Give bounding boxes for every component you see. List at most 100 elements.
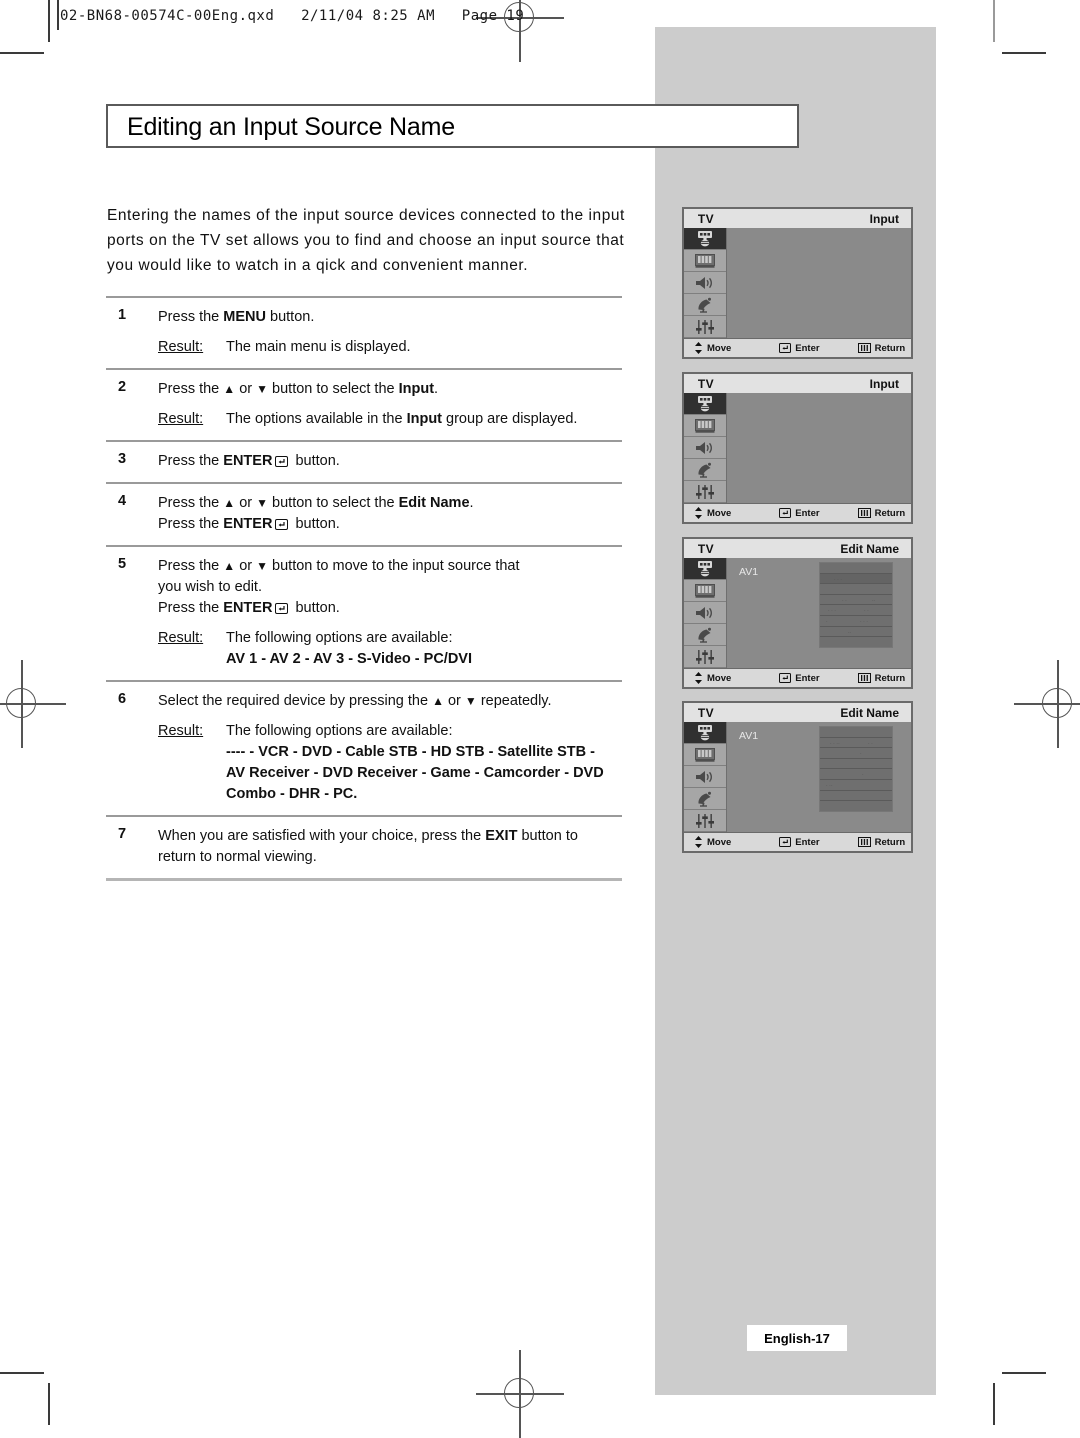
list-item[interactable]: -- - - [820, 616, 892, 627]
list-item[interactable] [820, 637, 892, 647]
list-item[interactable]: - [820, 769, 892, 780]
osd-panel-input-2: TV Input Move Enter Return [682, 372, 913, 524]
menu-bars-icon [857, 673, 871, 683]
step-text: Press the ▲ or ▼ button to select the In… [158, 381, 439, 397]
picture-screen-icon[interactable] [684, 580, 726, 602]
picture-screen-icon[interactable] [684, 415, 726, 437]
list-item[interactable]: - - -- - [820, 605, 892, 616]
osd-name-list[interactable]: - - - - - -- - - -- - -- - - -- [819, 562, 893, 648]
list-item[interactable]: - -- [820, 780, 892, 791]
input-plug-icon[interactable] [684, 558, 726, 580]
osd-footer-move-label: Move [707, 507, 732, 519]
down-arrow-icon: ▼ [256, 559, 269, 573]
up-down-arrows-icon [694, 672, 703, 684]
osd-header: TV Input [684, 209, 911, 228]
list-item[interactable] [820, 584, 892, 595]
list-item[interactable]: - - -- - - [820, 738, 892, 749]
input-plug-icon[interactable] [684, 722, 726, 744]
osd-av-label: AV1 [739, 566, 759, 578]
osd-footer-return[interactable]: Return [857, 508, 905, 519]
osd-footer-return[interactable]: Return [857, 343, 905, 354]
list-item[interactable]: - - - [820, 573, 892, 585]
satellite-dish-icon[interactable] [684, 294, 726, 316]
step-result: Result: The main menu is displayed. [158, 337, 622, 358]
crop-mark-top-left-horizontal [0, 52, 44, 54]
osd-panel-input-1: TV Input Move Enter Return [682, 207, 913, 359]
step-text: Press the ENTER button. [158, 600, 340, 616]
speaker-volume-icon[interactable] [684, 602, 726, 624]
crop-mark-top-left-vertical [48, 0, 50, 42]
crop-mark-bottom-left-horizontal [0, 1372, 44, 1374]
satellite-dish-icon[interactable] [684, 459, 726, 481]
down-arrow-icon: ▼ [256, 496, 269, 510]
osd-sidebar [684, 393, 727, 503]
osd-footer-return-label: Return [874, 672, 906, 684]
down-arrow-icon: ▼ [464, 694, 477, 708]
osd-footer-return[interactable]: Return [857, 836, 906, 848]
result-label: Result: [158, 339, 204, 355]
result-value: The following options are available: [226, 630, 453, 646]
satellite-dish-icon[interactable] [684, 788, 726, 810]
enter-key-icon [779, 837, 792, 847]
setup-sliders-icon[interactable] [684, 646, 726, 668]
list-item[interactable]: - [820, 748, 892, 759]
osd-footer-move[interactable]: Move [694, 342, 731, 354]
osd-footer-return[interactable]: Return [857, 672, 906, 684]
list-item[interactable]: - - -- [820, 595, 892, 606]
osd-body: AV1 - - - - - -- - - -- - -- - - -- [684, 558, 911, 668]
step-number: 6 [118, 691, 127, 707]
osd-sidebar [684, 558, 727, 668]
osd-footer-move-label: Move [707, 672, 732, 684]
result-options-text: Combo - DHR - PC. [226, 786, 358, 802]
list-item[interactable] [820, 791, 892, 802]
setup-sliders-icon[interactable] [684, 810, 726, 832]
osd-footer-enter[interactable]: Enter [779, 508, 820, 519]
osd-name-list[interactable]: - - -- - - - - - -- [819, 726, 893, 812]
list-item[interactable] [820, 759, 892, 770]
speaker-volume-icon[interactable] [684, 272, 726, 294]
step-text: Press the ENTER button. [158, 516, 340, 532]
satellite-dish-icon[interactable] [684, 624, 726, 646]
step-row: 7 When you are satisfied with your choic… [106, 817, 622, 878]
result-value: The following options are available: [226, 723, 453, 739]
list-item[interactable] [820, 563, 892, 574]
list-item[interactable] [820, 801, 892, 811]
menu-bars-icon [857, 343, 871, 353]
setup-sliders-icon[interactable] [684, 481, 726, 503]
picture-screen-icon[interactable] [684, 250, 726, 272]
enter-key-icon [779, 508, 792, 518]
osd-header: TV Input [684, 374, 911, 393]
picture-screen-icon[interactable] [684, 744, 726, 766]
speaker-volume-icon[interactable] [684, 437, 726, 459]
osd-footer-enter[interactable]: Enter [779, 673, 820, 684]
osd-footer-enter[interactable]: Enter [779, 837, 820, 848]
input-plug-icon[interactable] [684, 228, 726, 250]
osd-body [684, 393, 911, 503]
input-plug-icon[interactable] [684, 393, 726, 415]
registration-mark-right [1014, 660, 1080, 748]
list-item[interactable] [820, 727, 892, 738]
step-text: Press the ▲ or ▼ button to move to the i… [158, 558, 520, 574]
step-number: 1 [118, 307, 127, 323]
up-arrow-icon: ▲ [432, 694, 444, 708]
osd-title: Edit Name [840, 705, 899, 720]
file-header-text: 02-BN68-00574C-00Eng.qxd 2/11/04 8:25 AM… [60, 8, 525, 24]
step-result: Result: The following options are availab… [158, 628, 622, 649]
list-item[interactable]: -- [820, 627, 892, 638]
step-result: Result: The options available in the Inpu… [158, 409, 622, 430]
up-arrow-icon: ▲ [223, 382, 236, 396]
speaker-volume-icon[interactable] [684, 766, 726, 788]
step-number: 4 [118, 493, 127, 509]
osd-footer-move[interactable]: Move [694, 672, 731, 684]
osd-tv-label: TV [697, 376, 715, 391]
osd-footer-enter[interactable]: Enter [779, 343, 820, 354]
enter-key-icon [779, 673, 792, 683]
setup-sliders-icon[interactable] [684, 316, 726, 338]
page-left-edge-rule [57, 0, 59, 30]
osd-footer: Move Enter Return [684, 832, 911, 851]
osd-footer-move[interactable]: Move [694, 836, 731, 848]
osd-footer-move[interactable]: Move [694, 507, 731, 519]
osd-header: TV Edit Name [684, 703, 911, 722]
osd-footer-return-label: Return [874, 836, 906, 848]
osd-tv-label: TV [697, 705, 715, 720]
